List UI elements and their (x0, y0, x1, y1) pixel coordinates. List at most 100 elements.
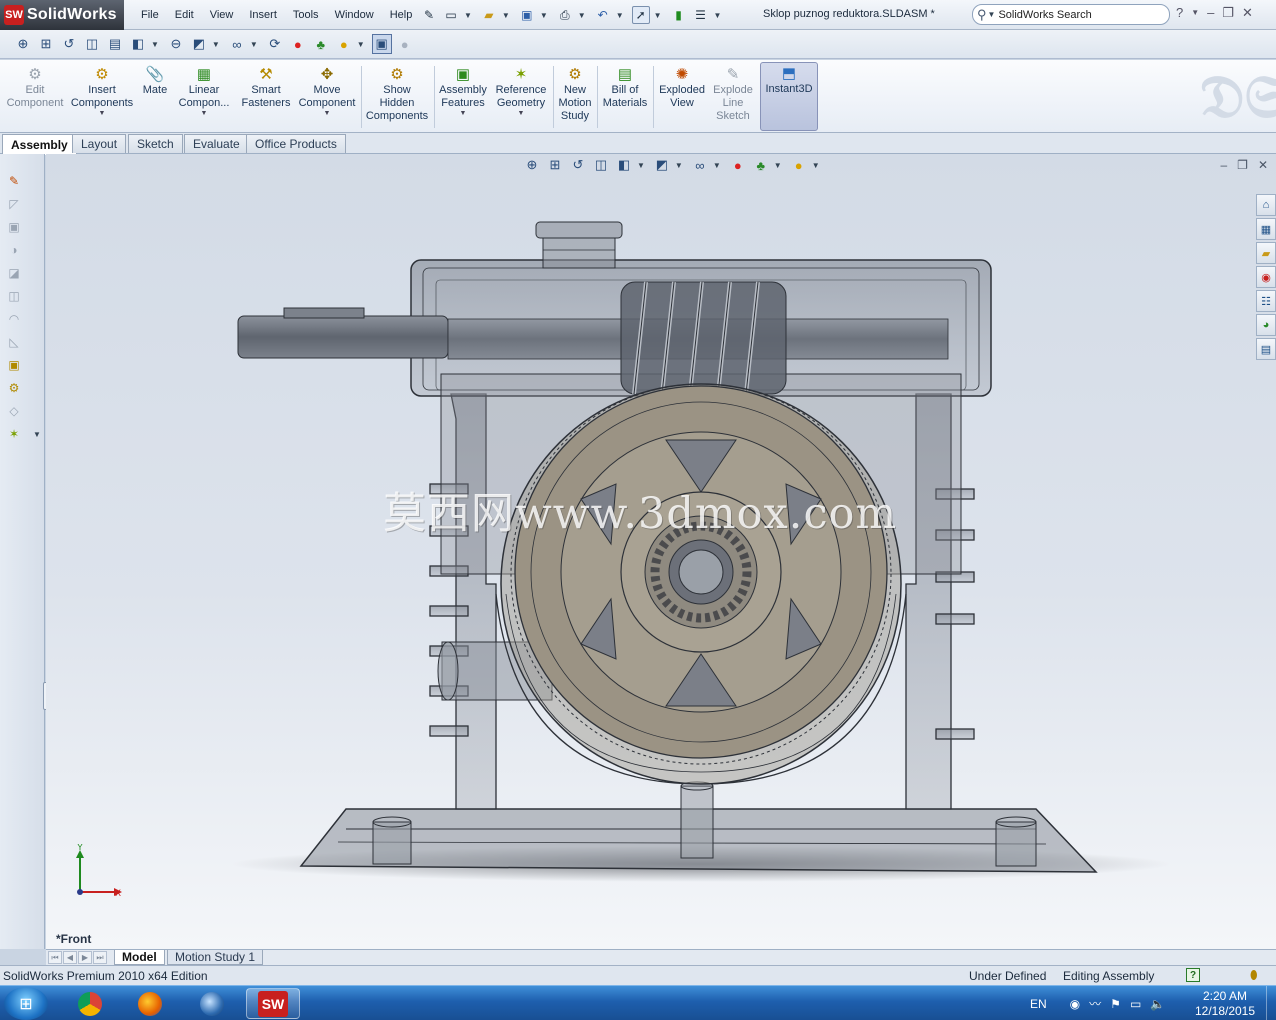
new-motion-study-button[interactable]: ⚙ New Motion Study (556, 64, 594, 130)
volume-icon[interactable]: 🔈 (1150, 997, 1165, 1011)
show-desktop-button[interactable] (1266, 986, 1276, 1020)
help-dropdown-icon[interactable]: ▼ (1191, 5, 1199, 21)
undo-dropdown-icon[interactable]: ▼ (616, 11, 624, 20)
smart-fasteners-button[interactable]: ⚒ Smart Fasteners (238, 64, 294, 130)
bill-of-materials-button[interactable]: ▤ Bill of Materials (600, 64, 650, 130)
hole-icon[interactable]: ◫ (5, 287, 23, 305)
tab-sketch[interactable]: Sketch (128, 134, 183, 153)
hide-show-dropdown-icon[interactable]: ▼ (250, 40, 258, 49)
linear-pattern-dropdown-icon[interactable]: ▼ (201, 110, 208, 117)
menu-insert[interactable]: Insert (241, 9, 285, 21)
section-view-icon[interactable]: ◫ (82, 34, 102, 54)
taskbar-chrome[interactable] (63, 988, 117, 1019)
show-hidden-components-button[interactable]: ⚙ Show Hidden Components (364, 64, 430, 130)
search-box[interactable]: ⚲ ▼ (972, 4, 1170, 25)
view-orientation-icon[interactable]: ◧ (128, 34, 148, 54)
render-dropdown-icon[interactable]: ▼ (357, 40, 365, 49)
rotate-view-icon[interactable]: ⟳ (265, 34, 285, 54)
select-pointer-icon[interactable]: ➚ (631, 6, 650, 24)
menu-file[interactable]: File (133, 9, 167, 21)
taskbar-network-app[interactable] (185, 988, 239, 1019)
select-dropdown-icon[interactable]: ▼ (654, 11, 662, 20)
revolve-icon[interactable]: ◑ (5, 241, 23, 259)
tab-evaluate[interactable]: Evaluate (184, 134, 249, 153)
help-icon[interactable]: ? (1176, 5, 1183, 21)
feature-dropdown-icon[interactable]: ▼ (28, 425, 46, 443)
reference-geometry-button[interactable]: ✶ Reference Geometry ▼ (492, 64, 550, 130)
search-input[interactable] (998, 8, 1159, 21)
tag-icon[interactable]: ⬮ (1250, 968, 1258, 983)
instant3d-button[interactable]: ⬒ Instant3D (760, 62, 818, 131)
save-dropdown-icon[interactable]: ▼ (540, 11, 548, 20)
sketch-plane-icon[interactable]: ◸ (5, 195, 23, 213)
menu-tools[interactable]: Tools (285, 9, 327, 21)
last-tab-icon[interactable]: ⏭ (93, 951, 107, 964)
view-orientation-dropdown-icon[interactable]: ▼ (151, 40, 159, 49)
open-folder-icon[interactable]: ▰ (480, 6, 498, 24)
tray-wave-icon[interactable]: 〰 (1089, 995, 1101, 1012)
tab-layout[interactable]: Layout (72, 134, 127, 153)
cut-icon[interactable]: ◪ (5, 264, 23, 282)
assembly-features-button[interactable]: ▣ Assembly Features ▼ (438, 64, 488, 130)
print-dropdown-icon[interactable]: ▼ (578, 11, 586, 20)
component-icon[interactable]: ⚙ (5, 379, 23, 397)
dynamic-annotation-icon[interactable]: ▤ (105, 34, 125, 54)
open-dropdown-icon[interactable]: ▼ (502, 11, 510, 20)
display-style-icon[interactable]: ◩ (189, 34, 209, 54)
rebuild-icon[interactable]: ▮ (670, 6, 688, 24)
edit-component-button[interactable]: ⚙ Edit Component (4, 64, 66, 130)
zoom-in-out-icon[interactable]: ⊖ (166, 34, 186, 54)
new-dropdown-icon[interactable]: ▼ (464, 11, 472, 20)
tab-motion-study-1[interactable]: Motion Study 1 (167, 950, 264, 965)
save-icon[interactable]: ▣ (518, 6, 536, 24)
weld-bead-icon[interactable]: ▣ (5, 356, 23, 374)
display-pane-icon[interactable]: ▣ (371, 34, 392, 54)
realview-icon[interactable]: ● (395, 34, 415, 54)
options-dropdown-icon[interactable]: ▼ (714, 11, 722, 20)
menu-view[interactable]: View (202, 9, 242, 21)
reference-geometry-dropdown-icon[interactable]: ▼ (518, 110, 525, 117)
options-icon[interactable]: ☰ (692, 6, 710, 24)
menu-edit[interactable]: Edit (167, 9, 202, 21)
appearance-icon[interactable]: ● (288, 34, 308, 54)
language-indicator[interactable]: EN (1030, 997, 1047, 1011)
linear-component-pattern-button[interactable]: ▦ Linear Compon... ▼ (176, 64, 232, 130)
app-logo[interactable]: SW SolidWorks (0, 0, 124, 30)
menu-help[interactable]: Help (382, 9, 421, 21)
extrude-icon[interactable]: ▣ (5, 218, 23, 236)
tab-assembly[interactable]: Assembly (2, 134, 77, 155)
insert-components-dropdown-icon[interactable]: ▼ (99, 110, 106, 117)
quick-tips-icon[interactable]: ? (1186, 968, 1200, 982)
clock[interactable]: 2:20 AM 12/18/2015 (1190, 989, 1260, 1019)
tab-model[interactable]: Model (114, 950, 165, 965)
search-dropdown-icon[interactable]: ▼ (988, 10, 996, 19)
print-icon[interactable]: ⎙ (556, 6, 574, 24)
chamfer-icon[interactable]: ◺ (5, 333, 23, 351)
taskbar-firefox[interactable] (123, 988, 177, 1019)
network-icon[interactable]: ▭ (1130, 997, 1141, 1011)
pin-icon[interactable]: ✎ (420, 6, 438, 24)
tab-office-products[interactable]: Office Products (246, 134, 346, 153)
taskbar-solidworks[interactable]: SW (246, 988, 300, 1019)
exploded-view-button[interactable]: ✺ Exploded View (656, 64, 708, 130)
zoom-to-fit-icon[interactable]: ⊕ (13, 34, 33, 54)
next-tab-icon[interactable]: ▶ (78, 951, 92, 964)
fillet-icon[interactable]: ◠ (5, 310, 23, 328)
explode-line-sketch-button[interactable]: ✎ Explode Line Sketch (710, 64, 756, 130)
restore-icon[interactable]: ❐ (1222, 5, 1234, 21)
graphics-area[interactable]: ⊕ ⊞ ↺ ◫ ◧ ▼ ◩ ▼ ∞ ▼ ● ♣ ▼ ● ▼ – ❐ ✕ ⌂ ▦ ▰ ◉ ☷… (46, 154, 1276, 949)
undo-icon[interactable]: ↶ (594, 6, 612, 24)
start-button[interactable]: ⊞ (4, 987, 48, 1020)
hide-show-items-icon[interactable]: ∞ (227, 34, 247, 54)
pattern-icon[interactable]: ◇ (5, 402, 23, 420)
first-tab-icon[interactable]: ⏮ (48, 951, 62, 964)
mate-button[interactable]: 📎 Mate (138, 64, 172, 130)
move-component-dropdown-icon[interactable]: ▼ (324, 110, 331, 117)
move-component-button[interactable]: ✥ Move Component ▼ (298, 64, 356, 130)
previous-view-icon[interactable]: ↺ (59, 34, 79, 54)
new-document-icon[interactable]: ▭ (442, 6, 460, 24)
zoom-to-area-icon[interactable]: ⊞ (36, 34, 56, 54)
display-style-dropdown-icon[interactable]: ▼ (212, 40, 220, 49)
close-icon[interactable]: ✕ (1242, 5, 1253, 21)
previous-tab-icon[interactable]: ◀ (63, 951, 77, 964)
